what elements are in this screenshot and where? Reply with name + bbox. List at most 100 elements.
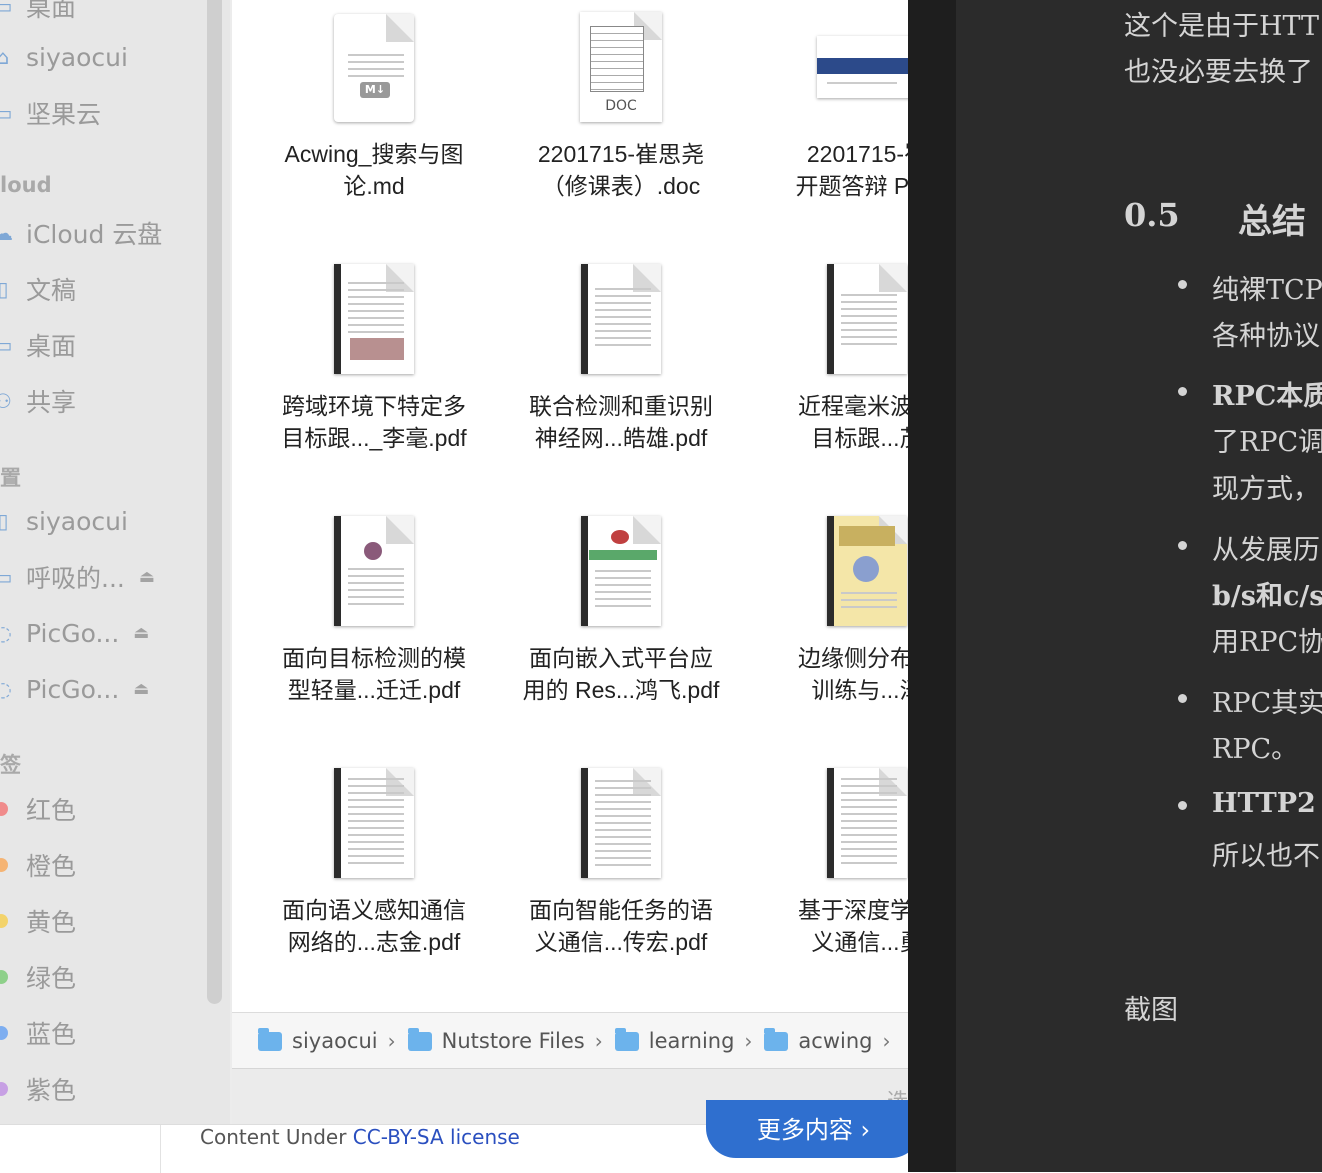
pdf-file-icon [827, 768, 907, 878]
sidebar-scrollbar[interactable] [207, 0, 222, 1004]
desktop-icon: ▭ [0, 333, 13, 357]
paragraph-line: 这个是由于HTT [1124, 11, 1320, 42]
sidebar-item-volume-2[interactable]: ◌ PicGo... ⏏ [0, 613, 149, 653]
sidebar-item-shared[interactable]: ⚇ 共享 [0, 381, 76, 421]
more-content-button[interactable]: 更多内容 › [706, 1100, 921, 1158]
sidebar-header-locations: 置 [0, 466, 21, 490]
sidebar-header-icloud: loud [0, 173, 52, 197]
path-segment[interactable]: Nutstore Files [442, 1029, 585, 1053]
file-name: Acwing_搜索与图 论.md [284, 141, 464, 199]
path-bar: siyaocui › Nutstore Files › learning › a… [232, 1012, 908, 1069]
caption-text: 截图 [1124, 995, 1178, 1026]
file-item[interactable]: 面向智能任务的语 义通信...传宏.pdf [506, 768, 736, 958]
document-icon: ▯ [0, 277, 9, 301]
shared-icon: ⚇ [0, 389, 12, 413]
file-item[interactable]: DOC 2201715-崔思尧 （修课表）.doc [506, 12, 736, 202]
bullet-icon [1178, 801, 1187, 810]
folder-icon [407, 1027, 432, 1051]
sidebar-tag-red[interactable]: 红色 [0, 789, 76, 829]
license-link[interactable]: CC-BY-SA license [353, 1125, 520, 1149]
chevron-right-icon: › [744, 1029, 753, 1053]
drive-icon: ◌ [0, 677, 12, 701]
sidebar-tag-yellow[interactable]: 黄色 [0, 901, 76, 941]
file-item[interactable]: 联合检测和重识别 神经网...皓雄.pdf [506, 264, 736, 454]
sidebar-item-icloud-desktop[interactable]: ▭ 桌面 [0, 325, 76, 365]
file-item[interactable]: M↓ Acwing_搜索与图 论.md [259, 14, 489, 202]
file-name: 面向目标检测的模 型轻量...迁迁.pdf [282, 645, 466, 703]
chevron-right-icon: › [594, 1029, 603, 1053]
tag-dot-icon [0, 1026, 8, 1040]
bullet-icon [1178, 694, 1187, 703]
section-title: 总结 [1238, 202, 1306, 242]
bullet-text: 各种协议 [1212, 321, 1320, 352]
file-grid: M↓ Acwing_搜索与图 论.md DOC 2201715-崔思尧 （修课表）.… [232, 0, 908, 1012]
sidebar-item-documents[interactable]: ▯ 文稿 [0, 269, 76, 309]
bullet-text: 从发展历 [1212, 535, 1320, 566]
eject-icon[interactable]: ⏏ [133, 679, 149, 699]
file-item[interactable]: 2201715-崔开题答辩 PPT [752, 14, 908, 202]
file-item[interactable]: 面向嵌入式平台应 用的 Res...鸿飞.pdf [506, 516, 736, 706]
bullet-text: RPC其实 [1212, 688, 1322, 719]
sidebar-item-volume-1[interactable]: ▭ 呼吸的... ⏏ [0, 557, 155, 597]
bullet-text: 现方式， [1212, 474, 1320, 505]
file-item[interactable]: 基于深度学习义通信...勇 [752, 768, 908, 958]
bullet-icon [1178, 280, 1187, 289]
chevron-right-icon: › [387, 1029, 396, 1053]
bullet-text: 了RPC调 [1212, 427, 1322, 458]
file-name: 近程毫米波雷目标跟...茂 [798, 393, 908, 451]
path-segment[interactable]: acwing [798, 1029, 872, 1053]
bullet-text: RPC。 [1212, 734, 1299, 765]
sidebar-item-desktop[interactable]: ▭ 桌面 [0, 0, 76, 26]
divider [160, 1125, 161, 1173]
file-name: 面向智能任务的语 义通信...传宏.pdf [529, 897, 713, 955]
sidebar-tag-blue[interactable]: 蓝色 [0, 1013, 76, 1053]
sidebar-item-home[interactable]: ⌂ siyaocui [0, 37, 128, 77]
bullet-text: 所以也不 [1212, 841, 1320, 872]
file-item[interactable]: 近程毫米波雷目标跟...茂 [752, 264, 908, 454]
file-name: 面向语义感知通信 网络的...志金.pdf [282, 897, 466, 955]
eject-icon[interactable]: ⏏ [133, 623, 149, 643]
home-folder-icon [258, 1027, 282, 1051]
path-segment[interactable]: siyaocui [292, 1029, 378, 1053]
folder-icon: ▭ [0, 101, 13, 125]
pdf-file-icon [827, 516, 907, 626]
sidebar: ▭ 桌面 ⌂ siyaocui ▭ 坚果云 loud ☁ iCloud 云盘 ▯ 文稿 ▭… [0, 0, 230, 1124]
sidebar-tag-green[interactable]: 绿色 [0, 957, 76, 997]
desktop-icon: ▭ [0, 0, 13, 18]
path-segment[interactable]: learning [649, 1029, 735, 1053]
chevron-right-icon: › [882, 1029, 891, 1053]
sidebar-tag-purple[interactable]: 紫色 [0, 1069, 76, 1109]
sidebar-item-mac[interactable]: ▯ siyaocui [0, 501, 128, 541]
ppt-file-icon [812, 14, 908, 122]
sidebar-item-icloud-drive[interactable]: ☁ iCloud 云盘 [0, 213, 162, 253]
file-item[interactable]: 跨域环境下特定多 目标跟..._李毫.pdf [259, 264, 489, 454]
tag-dot-icon [0, 970, 8, 984]
file-name: 边缘侧分布式训练与...泽 [798, 645, 908, 703]
doc-file-icon: DOC [580, 12, 662, 122]
sidebar-tag-orange[interactable]: 橙色 [0, 845, 76, 885]
file-item[interactable]: 面向目标检测的模 型轻量...迁迁.pdf [259, 516, 489, 706]
file-item[interactable]: 面向语义感知通信 网络的...志金.pdf [259, 768, 489, 958]
file-name: 2201715-崔思尧 （修课表）.doc [537, 141, 705, 199]
tag-dot-icon [0, 1082, 8, 1096]
tag-dot-icon [0, 802, 8, 816]
bullet-text: 用RPC协 [1212, 627, 1322, 658]
pdf-file-icon [581, 264, 661, 374]
sidebar-header-tags: 签 [0, 753, 21, 777]
sidebar-item-nutstore[interactable]: ▭ 坚果云 [0, 93, 101, 133]
file-name: 跨域环境下特定多 目标跟..._李毫.pdf [281, 393, 467, 451]
folder-icon [614, 1027, 639, 1051]
pdf-file-icon [827, 264, 907, 374]
bullet-icon [1178, 387, 1187, 396]
file-name: 2201715-崔开题答辩 PPT [795, 141, 908, 199]
section-number: 0.5 [1124, 196, 1180, 234]
file-item[interactable]: 边缘侧分布式训练与...泽 [752, 516, 908, 706]
eject-icon[interactable]: ⏏ [139, 567, 155, 587]
tag-dot-icon [0, 858, 8, 872]
pdf-file-icon [334, 768, 414, 878]
pdf-file-icon [334, 264, 414, 374]
laptop-icon: ▯ [0, 509, 9, 533]
bullet-text: RPC本质 [1212, 381, 1322, 412]
pdf-file-icon [581, 516, 661, 626]
sidebar-item-volume-3[interactable]: ◌ PicGo... ⏏ [0, 669, 149, 709]
